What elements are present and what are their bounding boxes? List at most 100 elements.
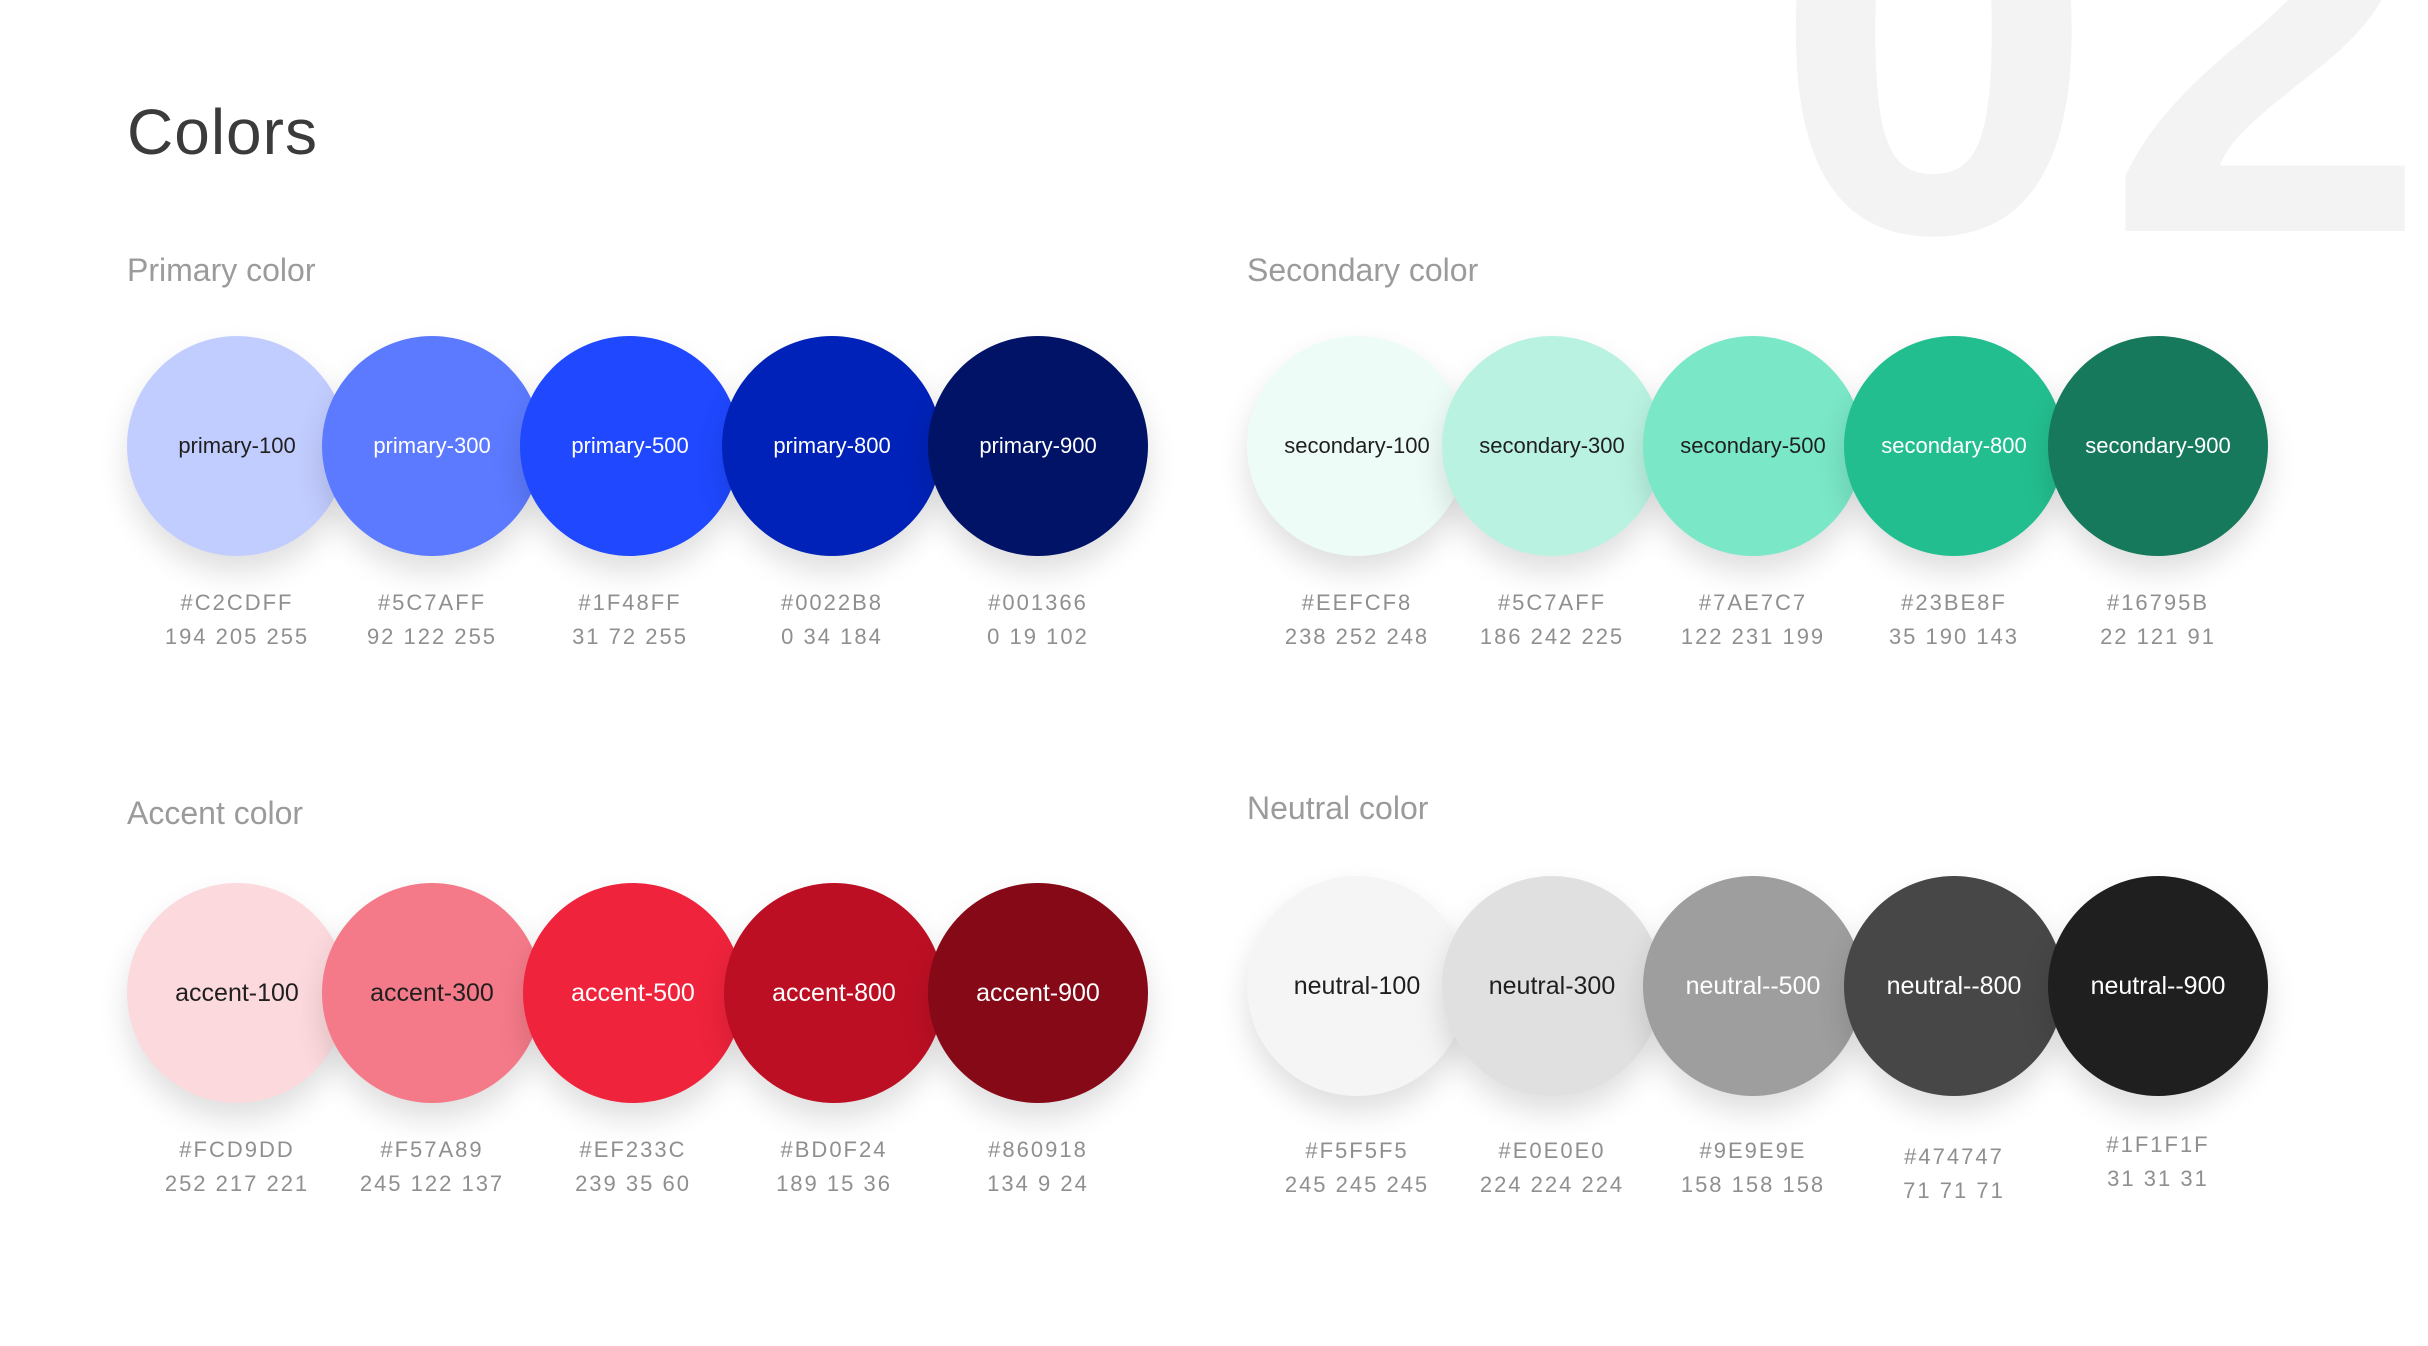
neutral-800-circle: neutral--800 bbox=[1844, 876, 2064, 1096]
swatch-rgb: 194 205 255 bbox=[164, 624, 310, 649]
secondary-100-circle: secondary-100 bbox=[1247, 336, 1467, 556]
swatch-label: secondary-900 bbox=[2085, 433, 2231, 458]
neutral-300-circle: neutral-300 bbox=[1442, 876, 1662, 1096]
swatch-hex: #1F48FF bbox=[578, 590, 682, 615]
swatch-label: accent-500 bbox=[571, 978, 695, 1007]
primary-300-circle: primary-300 bbox=[322, 336, 542, 556]
neutral-color-title: Neutral color bbox=[1247, 790, 1429, 826]
swatch-label: secondary-300 bbox=[1479, 433, 1625, 458]
accent-500-circle: accent-500 bbox=[523, 883, 743, 1103]
swatch-rgb: 71 71 71 bbox=[1903, 1178, 2005, 1203]
swatch-rgb: 92 122 255 bbox=[366, 624, 498, 649]
secondary-900-swatch: secondary-900 #16795B 22 121 91 bbox=[2048, 336, 2268, 656]
accent-800-circle: accent-800 bbox=[724, 883, 944, 1103]
primary-900-circle: primary-900 bbox=[928, 336, 1148, 556]
swatch-rgb: 0 19 102 bbox=[987, 624, 1089, 649]
swatch-rgb: 35 190 143 bbox=[1888, 624, 2020, 649]
primary-swatches: primary-100 #C2CDFF 194 205 255 primary-… bbox=[127, 336, 1227, 756]
secondary-800-swatch: secondary-800 #23BE8F 35 190 143 bbox=[1844, 336, 2064, 656]
swatch-rgb: 224 224 224 bbox=[1479, 1172, 1625, 1197]
swatch-rgb: 122 231 199 bbox=[1680, 624, 1826, 649]
swatch-hex: #5C7AFF bbox=[377, 590, 487, 615]
swatch-rgb: 31 31 31 bbox=[2107, 1166, 2209, 1191]
swatch-label: primary-900 bbox=[979, 433, 1097, 458]
swatch-hex: #1F1F1F bbox=[2106, 1132, 2210, 1157]
primary-800-swatch: primary-800 #0022B8 0 34 184 bbox=[722, 336, 942, 656]
neutral-900-swatch: neutral--900 #1F1F1F 31 31 31 bbox=[2048, 876, 2268, 1196]
primary-900-swatch: primary-900 #001366 0 19 102 bbox=[928, 336, 1148, 656]
primary-500-circle: primary-500 bbox=[520, 336, 740, 556]
page-title: Colors bbox=[127, 96, 318, 168]
primary-800-circle: primary-800 bbox=[722, 336, 942, 556]
swatch-rgb: 245 122 137 bbox=[359, 1171, 505, 1196]
swatch-label: secondary-500 bbox=[1680, 433, 1826, 458]
swatch-hex: #BD0F24 bbox=[780, 1137, 888, 1162]
swatch-hex: #FCD9DD bbox=[179, 1137, 295, 1162]
secondary-swatches: secondary-100 #EEFCF8 238 252 248 second… bbox=[1247, 336, 2347, 756]
swatch-rgb: 245 245 245 bbox=[1284, 1172, 1430, 1197]
swatch-label: secondary-800 bbox=[1881, 433, 2027, 458]
swatch-rgb: 134 9 24 bbox=[987, 1171, 1089, 1196]
secondary-100-swatch: secondary-100 #EEFCF8 238 252 248 bbox=[1247, 336, 1467, 656]
neutral-900-circle: neutral--900 bbox=[2048, 876, 2268, 1096]
neutral-500-circle: neutral--500 bbox=[1643, 876, 1863, 1096]
swatch-hex: #F57A89 bbox=[380, 1137, 484, 1162]
swatch-hex: #5C7AFF bbox=[1497, 590, 1607, 615]
primary-100-swatch: primary-100 #C2CDFF 194 205 255 bbox=[127, 336, 347, 656]
section-number-watermark: 02 bbox=[1772, 0, 2428, 354]
swatch-hex: #EF233C bbox=[579, 1137, 687, 1162]
swatch-label: neutral--800 bbox=[1886, 971, 2022, 1000]
swatch-rgb: 0 34 184 bbox=[781, 624, 883, 649]
accent-100-circle: accent-100 bbox=[127, 883, 347, 1103]
swatch-label: neutral--900 bbox=[2090, 971, 2226, 1000]
accent-swatches: accent-100 #FCD9DD 252 217 221 accent-30… bbox=[127, 883, 1227, 1303]
swatch-hex: #23BE8F bbox=[1901, 590, 2007, 615]
accent-900-circle: accent-900 bbox=[928, 883, 1148, 1103]
swatch-hex: #860918 bbox=[988, 1137, 1088, 1162]
neutral-500-swatch: neutral--500 #9E9E9E 158 158 158 bbox=[1643, 876, 1863, 1197]
swatch-label: accent-900 bbox=[976, 978, 1100, 1007]
swatch-hex: #0022B8 bbox=[780, 590, 884, 615]
neutral-100-circle: neutral-100 bbox=[1247, 876, 1467, 1096]
swatch-label: primary-300 bbox=[373, 433, 491, 458]
swatch-rgb: 252 217 221 bbox=[164, 1171, 310, 1196]
swatch-hex: #9E9E9E bbox=[1699, 1138, 1807, 1163]
secondary-500-swatch: secondary-500 #7AE7C7 122 231 199 bbox=[1643, 336, 1863, 656]
accent-color-title: Accent color bbox=[127, 795, 304, 831]
swatch-hex: #F5F5F5 bbox=[1305, 1138, 1409, 1163]
swatch-label: primary-500 bbox=[571, 433, 689, 458]
swatch-rgb: 22 121 91 bbox=[2100, 624, 2216, 649]
swatch-rgb: 189 15 36 bbox=[776, 1171, 892, 1196]
secondary-300-circle: secondary-300 bbox=[1442, 336, 1662, 556]
accent-900-swatch: accent-900 #860918 134 9 24 bbox=[928, 883, 1148, 1203]
swatch-hex: #16795B bbox=[2106, 590, 2210, 615]
secondary-900-circle: secondary-900 bbox=[2048, 336, 2268, 556]
swatch-rgb: 238 252 248 bbox=[1284, 624, 1430, 649]
swatch-label: primary-100 bbox=[178, 433, 296, 458]
swatch-rgb: 31 72 255 bbox=[572, 624, 688, 649]
accent-500-swatch: accent-500 #EF233C 239 35 60 bbox=[523, 883, 743, 1203]
primary-300-swatch: primary-300 #5C7AFF 92 122 255 bbox=[322, 336, 542, 656]
accent-100-swatch: accent-100 #FCD9DD 252 217 221 bbox=[127, 883, 347, 1203]
swatch-label: accent-300 bbox=[370, 978, 494, 1007]
accent-300-circle: accent-300 bbox=[322, 883, 542, 1103]
swatch-hex: #C2CDFF bbox=[180, 590, 294, 615]
swatch-hex: #474747 bbox=[1904, 1144, 2004, 1169]
secondary-500-circle: secondary-500 bbox=[1643, 336, 1863, 556]
swatch-label: primary-800 bbox=[773, 433, 891, 458]
swatch-label: accent-100 bbox=[175, 978, 299, 1007]
neutral-100-swatch: neutral-100 #F5F5F5 245 245 245 bbox=[1247, 876, 1467, 1197]
swatch-label: neutral-300 bbox=[1488, 971, 1616, 1000]
neutral-300-swatch: neutral-300 #E0E0E0 224 224 224 bbox=[1442, 876, 1662, 1197]
accent-800-swatch: accent-800 #BD0F24 189 15 36 bbox=[724, 883, 944, 1203]
primary-color-title: Primary color bbox=[127, 252, 316, 288]
swatch-hex: #7AE7C7 bbox=[1698, 590, 1808, 615]
swatch-hex: #001366 bbox=[988, 590, 1088, 615]
accent-300-swatch: accent-300 #F57A89 245 122 137 bbox=[322, 883, 542, 1203]
swatch-label: accent-800 bbox=[772, 978, 896, 1007]
swatch-rgb: 239 35 60 bbox=[575, 1171, 691, 1196]
swatch-label: neutral-100 bbox=[1293, 971, 1421, 1000]
swatch-hex: #E0E0E0 bbox=[1498, 1138, 1606, 1163]
swatch-rgb: 158 158 158 bbox=[1680, 1172, 1826, 1197]
primary-100-circle: primary-100 bbox=[127, 336, 347, 556]
